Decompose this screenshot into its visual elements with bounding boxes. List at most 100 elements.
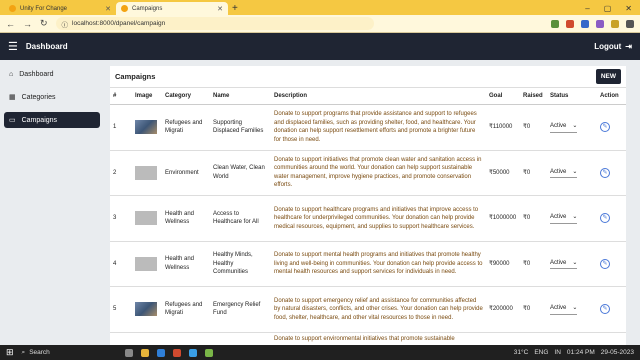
sidebar-item-label: Dashboard [19,70,54,78]
browser-tab-active[interactable]: Campaigns ✕ [116,2,228,15]
extension-icons [551,19,634,28]
page-title: Campaigns [115,72,156,81]
status-cell [547,332,597,345]
logout-icon: ⇥ [625,42,632,51]
column-header: Category [162,88,210,105]
sidebar: ⌂ Dashboard ▦ Categories ▭ Campaigns [0,60,106,345]
close-tab-icon[interactable]: ✕ [217,5,223,13]
extension-icon[interactable] [551,19,559,28]
info-icon: ⓘ [61,21,69,29]
logout-label: Logout [594,42,622,51]
description-cell: Donate to support mental health programs… [271,241,486,287]
goal-cell: ₹110000 [486,104,520,151]
status-value: Active [550,214,567,220]
edit-icon[interactable]: ✎ [600,122,610,133]
extension-icon[interactable] [566,19,574,28]
window-controls: – ▢ ✕ [585,2,640,15]
vscode-icon[interactable] [188,348,197,357]
taskbar-search[interactable]: ⌕ Search [22,349,117,357]
goal-cell: ₹200000 [486,286,520,333]
image-cell [132,241,162,287]
table-row: 4 Health and Wellness Healthy Minds, Hea… [110,241,626,287]
minimize-icon[interactable]: – [585,2,589,15]
language-text[interactable]: ENG [534,349,548,356]
column-header: Image [132,88,162,105]
sidebar-item-campaigns[interactable]: ▭ Campaigns [4,112,100,128]
table-row: 5 Refugees and Migrati Emergency Relief … [110,286,626,333]
browser-tab[interactable]: Unity For Change ✕ [4,2,116,15]
region-text: IN [554,349,561,356]
store-icon[interactable] [156,348,165,357]
description-cell: Donate to support emergency relief and a… [271,286,486,333]
app-title: Dashboard [25,42,68,51]
chevron-down-icon: ⌄ [572,123,578,129]
status-cell: Active ⌄ [547,150,597,196]
panel-header: Campaigns NEW [110,66,626,88]
close-window-icon[interactable]: ✕ [625,2,632,15]
profile-icon[interactable] [611,19,619,28]
address-bar-row: ← → ↻ ⓘ localhost:8000/dpanel/campaign [0,15,640,33]
app-icon[interactable] [204,348,213,357]
category-cell: Refugees and Migrati [162,286,210,333]
sidebar-item-dashboard[interactable]: ⌂ Dashboard [4,66,100,82]
task-view-icon[interactable] [124,348,133,357]
app-header: ☰ Dashboard Logout ⇥ [0,33,640,60]
back-icon[interactable]: ← [6,19,15,29]
search-label: Search [29,349,50,356]
extension-icon[interactable] [596,19,604,28]
campaign-image-placeholder [135,211,157,226]
column-header: Description [271,88,486,105]
table-row: 2 Environment Clean Water, Clean World D… [110,150,626,196]
edit-icon[interactable]: ✎ [600,167,610,178]
status-value: Active [550,305,567,311]
edit-icon[interactable]: ✎ [600,213,610,224]
maximize-icon[interactable]: ▢ [604,2,612,15]
site-favicon-icon [121,5,128,12]
status-select[interactable]: Active ⌄ [550,213,578,224]
hamburger-menu-icon[interactable]: ☰ [8,40,18,53]
edit-icon[interactable]: ✎ [600,304,610,315]
search-icon: ⌕ [21,348,26,356]
row-number: 2 [110,150,132,196]
goal-cell: ₹90000 [486,241,520,287]
status-select[interactable]: Active ⌄ [550,259,578,269]
row-number: 1 [110,104,132,151]
row-number: 3 [110,195,132,242]
url-input[interactable]: ⓘ localhost:8000/dpanel/campaign [55,17,374,30]
category-cell: Refugees and Migrati [162,104,210,151]
status-cell: Active ⌄ [547,241,597,287]
campaign-image [135,302,157,317]
close-tab-icon[interactable]: ✕ [105,5,111,13]
new-campaign-button[interactable]: NEW [595,69,621,84]
table-row: 3 Health and Wellness Access to Healthca… [110,195,626,242]
edit-icon[interactable]: ✎ [600,258,610,269]
clock-time[interactable]: 01:24 PM [567,349,595,356]
status-select[interactable]: Active ⌄ [550,168,578,178]
windows-start-icon[interactable]: ⊞ [6,347,14,358]
extension-icon[interactable] [581,19,589,28]
column-header: Status [547,88,597,105]
campaigns-panel: Campaigns NEW # Image Category Name Desc… [110,66,626,345]
campaign-image-placeholder [135,256,157,271]
menu-icon[interactable] [626,19,634,28]
reload-icon[interactable]: ↻ [40,18,48,29]
grid-icon: ▦ [9,94,16,101]
action-cell: ✎ [597,241,626,287]
image-cell [132,195,162,242]
status-select[interactable]: Active ⌄ [550,122,578,133]
logout-button[interactable]: Logout ⇥ [594,42,632,51]
raised-cell: ₹0 [520,104,547,151]
sidebar-item-categories[interactable]: ▦ Categories [4,89,100,105]
clock-date[interactable]: 29-05-2023 [601,349,634,356]
chrome-icon[interactable] [172,348,181,357]
forward-icon[interactable]: → [23,19,32,29]
action-cell [597,332,626,345]
raised-cell: ₹0 [520,241,547,287]
new-tab-icon[interactable]: + [232,2,238,15]
status-cell: Active ⌄ [547,286,597,333]
goal-cell [486,332,520,345]
status-select[interactable]: Active ⌄ [550,304,578,315]
table-header-row: # Image Category Name Description Goal R… [110,88,626,105]
site-favicon-icon [9,5,16,12]
file-explorer-icon[interactable] [140,348,149,357]
